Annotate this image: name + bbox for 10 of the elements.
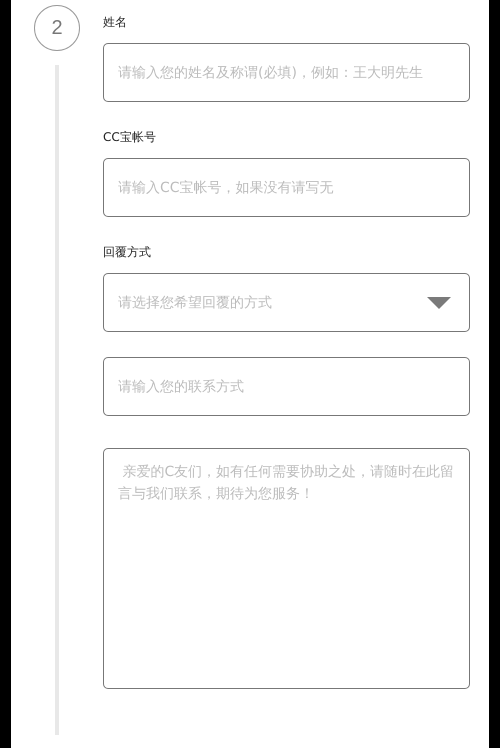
message-field[interactable]: 亲爱的C友们，如有任何需要协助之处，请随时在此留言与我们联系，期待为您服务！ [103, 448, 470, 689]
input-field[interactable]: 请输入CC宝帐号，如果没有请写无 [103, 158, 470, 217]
field-label: CC宝帐号 [103, 129, 157, 145]
caret-icon [427, 296, 451, 308]
input-field[interactable]: 请输入您的联系方式 [103, 357, 470, 416]
select-field[interactable]: 请选择您希望回覆的方式 [103, 273, 470, 332]
step-number: 2 [34, 5, 80, 51]
field-label: 姓名 [103, 14, 128, 30]
field-label: 回覆方式 [103, 244, 152, 260]
input-field[interactable]: 请输入您的姓名及称谓(必填)，例如：王大明先生 [103, 43, 470, 102]
